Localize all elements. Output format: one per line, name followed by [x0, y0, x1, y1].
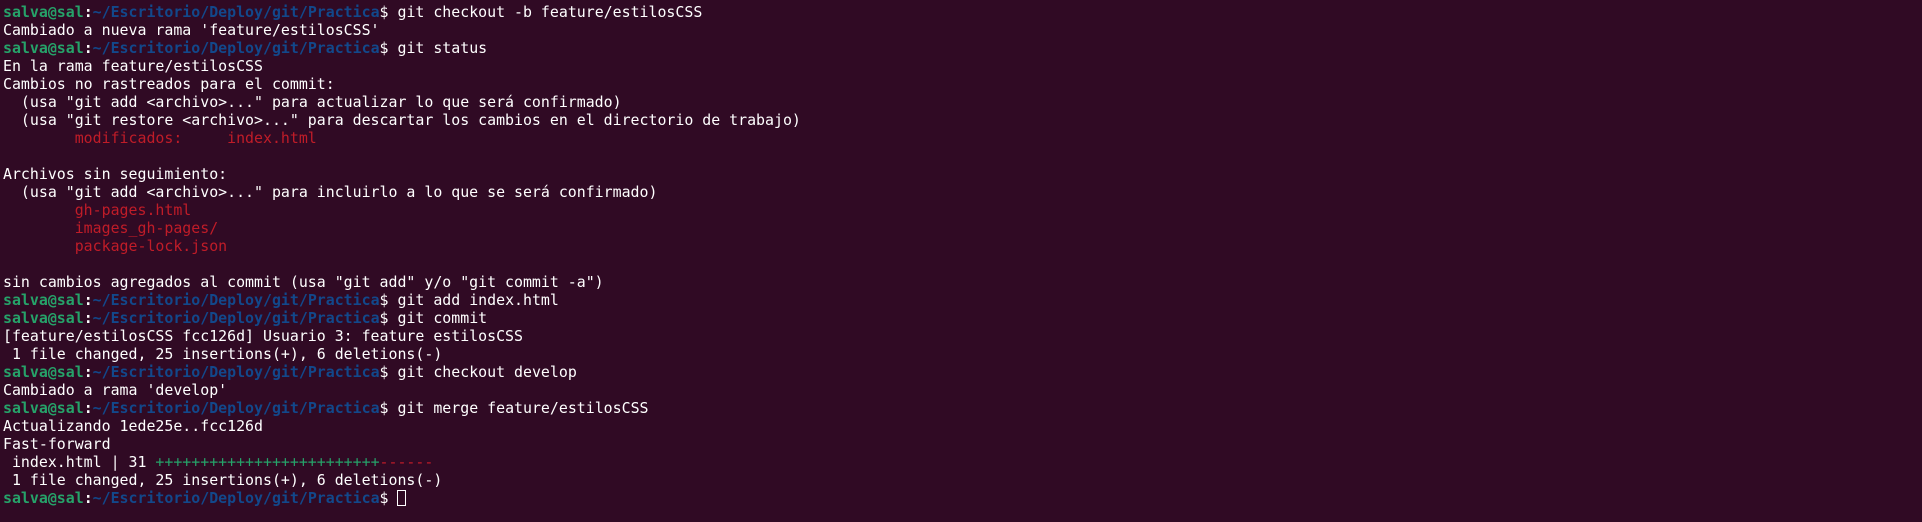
diffstat-line: index.html | 31 ++++++++++++++++++++++++… — [3, 453, 1922, 471]
output-text: (usa "git add <archivo>..." para actuali… — [3, 93, 622, 111]
output-line: (usa "git add <archivo>..." para incluir… — [3, 183, 1922, 201]
output-line: Cambios no rastreados para el commit: — [3, 75, 1922, 93]
file-entry-line: package-lock.json — [3, 237, 1922, 255]
prompt-colon: : — [83, 39, 93, 57]
prompt-path: ~/Escritorio/Deploy/git/Practica — [92, 363, 380, 381]
text-cursor[interactable] — [397, 490, 407, 506]
prompt-line: salva@sal:~/Escritorio/Deploy/git/Practi… — [3, 39, 1922, 57]
output-line: En la rama feature/estilosCSS — [3, 57, 1922, 75]
prompt-line: salva@sal:~/Escritorio/Deploy/git/Practi… — [3, 291, 1922, 309]
output-line: Archivos sin seguimiento: — [3, 165, 1922, 183]
prompt-colon: : — [83, 399, 93, 417]
prompt-user: salva@sal — [3, 3, 84, 21]
prompt-colon: : — [83, 3, 93, 21]
prompt-path: ~/Escritorio/Deploy/git/Practica — [92, 291, 380, 309]
prompt-path: ~/Escritorio/Deploy/git/Practica — [92, 3, 380, 21]
prompt-line: salva@sal:~/Escritorio/Deploy/git/Practi… — [3, 309, 1922, 327]
command-text: git status — [397, 39, 488, 57]
prompt-user: salva@sal — [3, 39, 84, 57]
output-text: Cambiado a nueva rama 'feature/estilosCS… — [3, 21, 380, 39]
output-text: 1 file changed, 25 insertions(+), 6 dele… — [3, 345, 443, 363]
command-text: git merge feature/estilosCSS — [397, 399, 649, 417]
output-line: Cambiado a nueva rama 'feature/estilosCS… — [3, 21, 1922, 39]
prompt-path: ~/Escritorio/Deploy/git/Practica — [92, 489, 380, 507]
prompt-user: salva@sal — [3, 363, 84, 381]
file-entry-text: package-lock.json — [3, 237, 228, 255]
output-line: 1 file changed, 25 insertions(+), 6 dele… — [3, 471, 1922, 489]
prompt-user: salva@sal — [3, 489, 84, 507]
prompt-symbol: $ — [379, 39, 398, 57]
prompt-colon: : — [83, 309, 93, 327]
prompt-colon: : — [83, 489, 93, 507]
command-text: git add index.html — [397, 291, 559, 309]
prompt-symbol: $ — [379, 363, 398, 381]
prompt-path: ~/Escritorio/Deploy/git/Practica — [92, 399, 380, 417]
output-line: (usa "git add <archivo>..." para actuali… — [3, 93, 1922, 111]
output-line: sin cambios agregados al commit (usa "gi… — [3, 273, 1922, 291]
file-entry-line: modificados: index.html — [3, 129, 1922, 147]
output-line: (usa "git restore <archivo>..." para des… — [3, 111, 1922, 129]
output-line: 1 file changed, 25 insertions(+), 6 dele… — [3, 345, 1922, 363]
output-text: En la rama feature/estilosCSS — [3, 57, 263, 75]
output-line: Actualizando 1ede25e..fcc126d — [3, 417, 1922, 435]
output-text: sin cambios agregados al commit (usa "gi… — [3, 273, 604, 291]
prompt-line: salva@sal:~/Escritorio/Deploy/git/Practi… — [3, 399, 1922, 417]
output-text: Cambiado a rama 'develop' — [3, 381, 228, 399]
prompt-symbol: $ — [379, 291, 398, 309]
prompt-user: salva@sal — [3, 309, 84, 327]
prompt-symbol: $ — [379, 3, 398, 21]
command-text: git checkout develop — [397, 363, 577, 381]
prompt-line: salva@sal:~/Escritorio/Deploy/git/Practi… — [3, 3, 1922, 21]
output-text: [feature/estilosCSS fcc126d] Usuario 3: … — [3, 327, 523, 345]
terminal-window[interactable]: salva@sal:~/Escritorio/Deploy/git/Practi… — [0, 0, 1922, 522]
file-entry-text: gh-pages.html — [3, 201, 192, 219]
output-text: (usa "git restore <archivo>..." para des… — [3, 111, 801, 129]
output-text: (usa "git add <archivo>..." para incluir… — [3, 183, 658, 201]
diffstat-insertions: +++++++++++++++++++++++++ — [155, 453, 380, 471]
prompt-user: salva@sal — [3, 291, 84, 309]
prompt-colon: : — [83, 291, 93, 309]
output-text: Fast-forward — [3, 435, 111, 453]
output-line: Cambiado a rama 'develop' — [3, 381, 1922, 399]
prompt-colon: : — [83, 363, 93, 381]
prompt-line: salva@sal:~/Escritorio/Deploy/git/Practi… — [3, 363, 1922, 381]
file-entry-text: modificados: index.html — [3, 129, 317, 147]
output-text: Cambios no rastreados para el commit: — [3, 75, 335, 93]
prompt-symbol: $ — [379, 309, 398, 327]
command-text: git checkout -b feature/estilosCSS — [397, 3, 703, 21]
output-text: Actualizando 1ede25e..fcc126d — [3, 417, 263, 435]
prompt-path: ~/Escritorio/Deploy/git/Practica — [92, 309, 380, 327]
diffstat-file: index.html | 31 — [3, 453, 156, 471]
diffstat-deletions: ------ — [379, 453, 434, 471]
prompt-symbol: $ — [379, 399, 398, 417]
output-line: [feature/estilosCSS fcc126d] Usuario 3: … — [3, 327, 1922, 345]
file-entry-text: images_gh-pages/ — [3, 219, 219, 237]
prompt-user: salva@sal — [3, 399, 84, 417]
output-line: Fast-forward — [3, 435, 1922, 453]
prompt-symbol: $ — [379, 489, 398, 507]
command-text: git commit — [397, 309, 488, 327]
output-text: Archivos sin seguimiento: — [3, 165, 228, 183]
file-entry-line: images_gh-pages/ — [3, 219, 1922, 237]
file-entry-line: gh-pages.html — [3, 201, 1922, 219]
prompt-line: salva@sal:~/Escritorio/Deploy/git/Practi… — [3, 489, 1922, 507]
prompt-path: ~/Escritorio/Deploy/git/Practica — [92, 39, 380, 57]
output-text: 1 file changed, 25 insertions(+), 6 dele… — [3, 471, 443, 489]
